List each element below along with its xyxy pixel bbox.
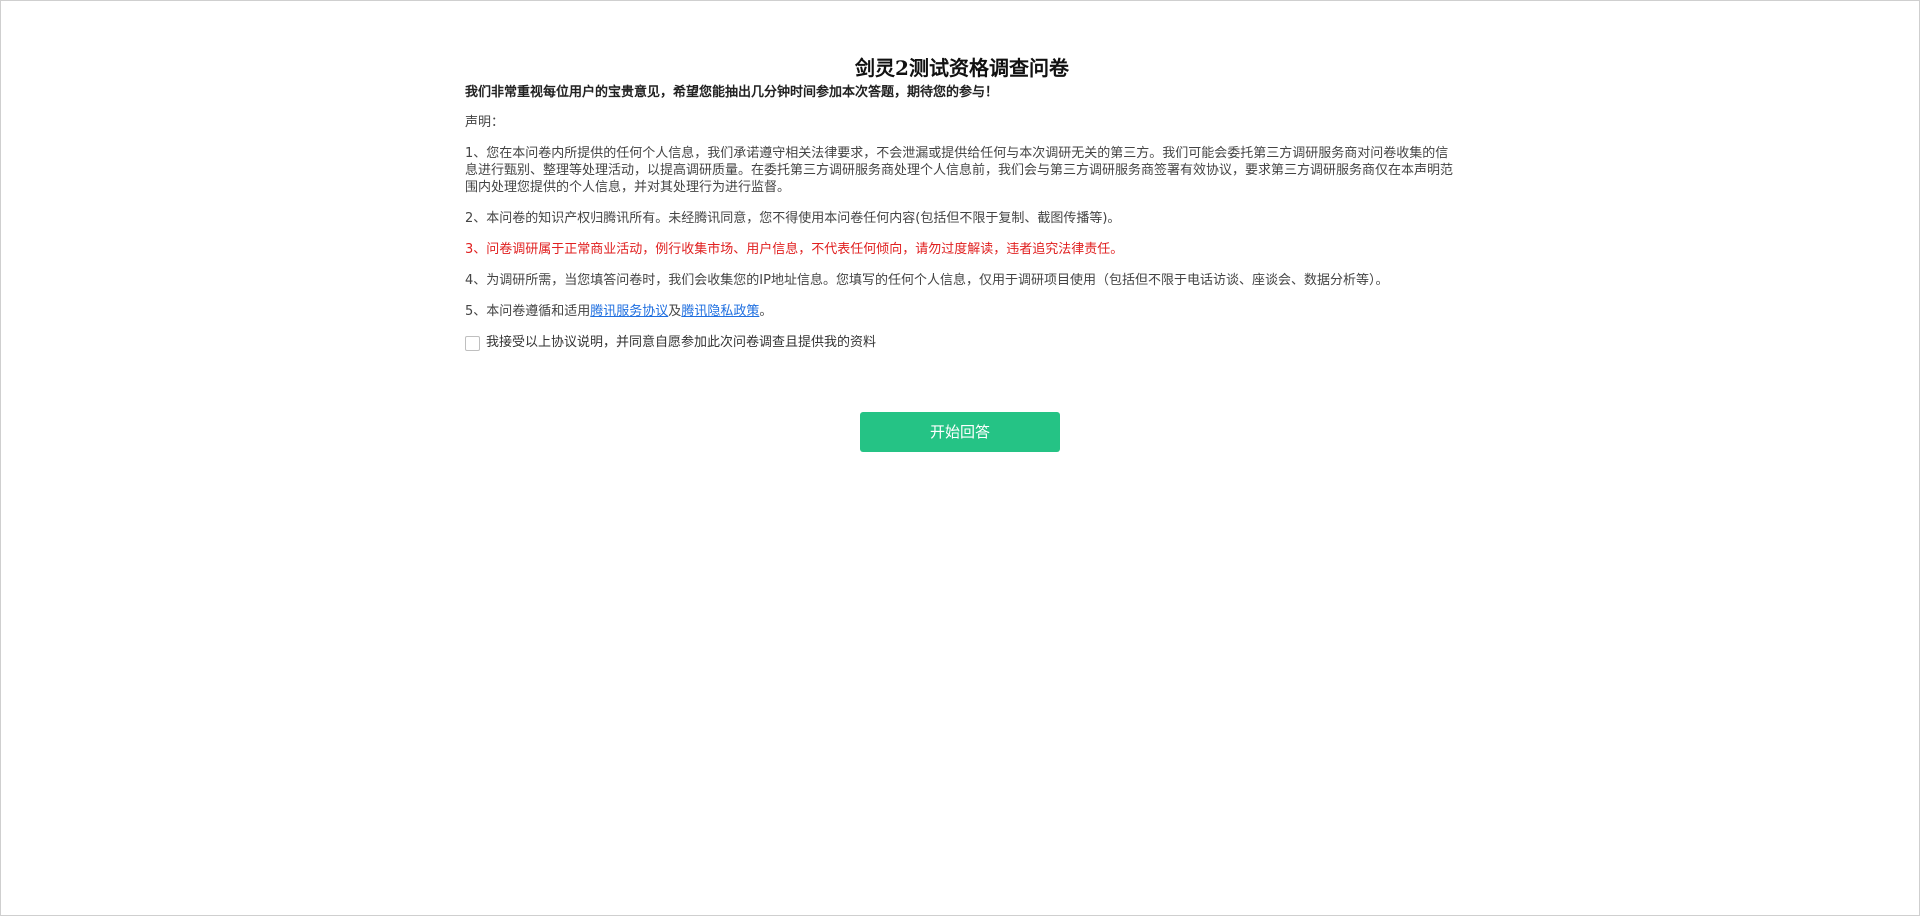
statement-item-1: 1、您在本问卷内所提供的任何个人信息，我们承诺遵守相关法律要求，不会泄漏或提供给… [465,146,1454,195]
page-title: 剑灵2测试资格调查问卷 [855,56,1069,80]
survey-content: 剑灵2测试资格调查问卷 我们非常重视每位用户的宝贵意见，希望您能抽出几分钟时间参… [465,52,1459,352]
statement-label: 声明： [465,115,505,130]
agreement-label[interactable]: 我接受以上协议说明，并同意自愿参加此次问卷调查且提供我的资料 [486,334,876,352]
statement-item-4: 4、为调研所需，当您填答问卷时，我们会收集您的IP地址信息。您填写的任何个人信息… [465,273,1389,288]
tencent-service-agreement-link[interactable]: 腾讯服务协议 [590,304,668,319]
agreement-row: 我接受以上协议说明，并同意自愿参加此次问卷调查且提供我的资料 [465,334,1459,352]
tencent-privacy-policy-link[interactable]: 腾讯隐私政策 [681,304,759,319]
item5-prefix: 5、本问卷遵循和适用 [465,304,591,319]
statement-item-2: 2、本问卷的知识产权归腾讯所有。未经腾讯同意，您不得使用本问卷任何内容(包括但不… [465,211,1121,226]
intro-text: 我们非常重视每位用户的宝贵意见，希望您能抽出几分钟时间参加本次答题，期待您的参与… [465,85,999,100]
item5-suffix: 。 [759,304,773,319]
agreement-checkbox[interactable] [465,335,480,351]
start-answer-button[interactable]: 开始回答 [860,412,1060,452]
item5-mid: 及 [668,304,682,319]
statement-item-3-warning: 3、问卷调研属于正常商业活动，例行收集市场、用户信息，不代表任何倾向，请勿过度解… [465,242,1124,257]
statement-item-5: 5、本问卷遵循和适用腾讯服务协议及腾讯隐私政策。 [465,303,1459,320]
